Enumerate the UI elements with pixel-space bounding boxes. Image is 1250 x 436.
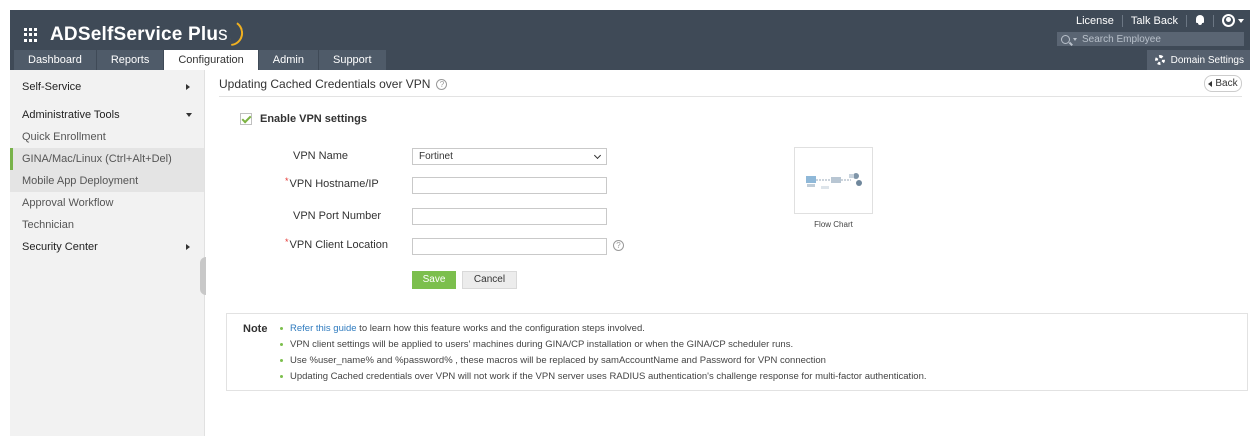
help-icon[interactable]: ? xyxy=(613,240,624,251)
vpn-hostname-label: *VPN Hostname/IP xyxy=(285,176,379,190)
note-item: Updating Cached credentials over VPN wil… xyxy=(280,371,927,387)
enable-vpn-row: Enable VPN settings xyxy=(240,113,367,125)
flow-chart-thumbnail[interactable] xyxy=(794,147,873,214)
sidebar-item-administrative-tools[interactable]: Administrative Tools xyxy=(10,104,204,126)
chevron-down-icon xyxy=(186,113,192,117)
tab-reports[interactable]: Reports xyxy=(96,50,164,70)
tab-configuration[interactable]: Configuration xyxy=(164,50,258,70)
sidebar-item-label: Self-Service xyxy=(22,81,82,93)
gear-icon xyxy=(1154,55,1165,65)
main-tabs: Dashboard Reports Configuration Admin Su… xyxy=(14,50,387,70)
sidebar-item-self-service[interactable]: Self-Service xyxy=(10,76,204,98)
vpn-port-label: VPN Port Number xyxy=(293,210,382,222)
search-icon xyxy=(1061,34,1070,44)
help-icon[interactable]: ? xyxy=(436,78,448,90)
brand-name: ADSelfService Plus xyxy=(50,24,228,45)
note-item: Refer this guide to learn how this featu… xyxy=(280,323,927,339)
back-label: Back xyxy=(1215,78,1238,89)
bell-icon[interactable] xyxy=(1195,15,1205,26)
sidebar-item-gina-mac-linux[interactable]: GINA/Mac/Linux (Ctrl+Alt+Del) xyxy=(10,148,204,170)
vpn-client-location-input[interactable] xyxy=(412,238,607,255)
top-header: ADSelfService Plus License Talk Back Sea… xyxy=(10,10,1250,70)
sidebar: Self-Service Administrative Tools Quick … xyxy=(10,70,205,436)
note-item: VPN client settings will be applied to u… xyxy=(280,339,927,355)
top-right-links: License Talk Back xyxy=(1076,14,1244,27)
chevron-down-icon[interactable] xyxy=(1238,18,1244,23)
enable-vpn-checkbox[interactable] xyxy=(240,113,252,125)
vpn-name-select[interactable]: Fortinet xyxy=(412,148,607,165)
sidebar-item-label: Mobile App Deployment xyxy=(22,175,139,187)
sidebar-item-label: GINA/Mac/Linux (Ctrl+Alt+Del) xyxy=(22,153,172,165)
domain-settings-label: Domain Settings xyxy=(1170,54,1244,66)
divider xyxy=(1186,14,1187,27)
tab-dashboard[interactable]: Dashboard xyxy=(14,50,96,70)
note-title: Note xyxy=(243,323,268,335)
user-icon[interactable] xyxy=(1222,14,1235,27)
vpn-name-value: Fortinet xyxy=(419,151,453,162)
sidebar-item-security-center[interactable]: Security Center xyxy=(10,236,204,258)
vpn-hostname-input[interactable] xyxy=(412,177,607,194)
divider xyxy=(219,96,1242,97)
vpn-client-location-label: *VPN Client Location xyxy=(285,237,388,251)
sidebar-item-label: Technician xyxy=(22,219,74,231)
tab-admin[interactable]: Admin xyxy=(258,50,318,70)
save-button[interactable]: Save xyxy=(412,271,456,289)
cancel-button[interactable]: Cancel xyxy=(462,271,517,289)
search-dropdown-icon[interactable] xyxy=(1073,37,1077,41)
sidebar-item-label: Administrative Tools xyxy=(22,109,120,121)
vpn-name-label: VPN Name xyxy=(293,150,349,162)
flow-chart-caption: Flow Chart xyxy=(814,220,853,229)
divider xyxy=(1121,14,1123,27)
talk-back-link[interactable]: Talk Back xyxy=(1131,15,1178,27)
sidebar-item-technician[interactable]: Technician xyxy=(10,214,204,236)
sidebar-item-approval-workflow[interactable]: Approval Workflow xyxy=(10,192,204,214)
license-link[interactable]: License xyxy=(1076,15,1114,27)
note-box: Note Refer this guide to learn how this … xyxy=(226,313,1248,391)
sidebar-item-label: Approval Workflow xyxy=(22,197,114,209)
chevron-down-icon xyxy=(593,151,602,160)
flow-chart-image xyxy=(806,173,862,189)
note-item: Use %user_name% and %password% , these m… xyxy=(280,355,927,371)
brand-arc-icon xyxy=(226,17,245,47)
refer-guide-link[interactable]: Refer this guide xyxy=(290,323,357,334)
enable-vpn-label: Enable VPN settings xyxy=(260,113,367,125)
chevron-left-icon xyxy=(1208,80,1213,87)
required-marker: * xyxy=(285,176,289,186)
note-list: Refer this guide to learn how this featu… xyxy=(280,323,927,387)
sidebar-item-mobile-app-deployment[interactable]: Mobile App Deployment xyxy=(10,170,204,192)
sidebar-item-label: Quick Enrollment xyxy=(22,131,106,143)
domain-settings-button[interactable]: Domain Settings xyxy=(1146,50,1250,70)
page-title: Updating Cached Credentials over VPN ? xyxy=(219,77,448,91)
back-button[interactable]: Back xyxy=(1204,75,1242,92)
chevron-right-icon xyxy=(186,84,190,90)
sidebar-item-quick-enrollment[interactable]: Quick Enrollment xyxy=(10,126,204,148)
note-text: to learn how this feature works and the … xyxy=(356,323,645,334)
page-title-text: Updating Cached Credentials over VPN xyxy=(219,77,431,91)
tab-support[interactable]: Support xyxy=(318,50,386,70)
search-placeholder: Search Employee xyxy=(1082,33,1161,45)
vpn-port-input[interactable] xyxy=(412,208,607,225)
search-employee-input[interactable]: Search Employee xyxy=(1057,32,1244,46)
brand[interactable]: ADSelfService Plus xyxy=(24,17,245,47)
main-content: Updating Cached Credentials over VPN ? B… xyxy=(205,70,1250,436)
chevron-right-icon xyxy=(186,244,190,250)
divider xyxy=(1213,14,1214,27)
app-grid-icon[interactable] xyxy=(24,28,38,42)
sidebar-item-label: Security Center xyxy=(22,241,98,253)
required-marker: * xyxy=(285,237,289,247)
